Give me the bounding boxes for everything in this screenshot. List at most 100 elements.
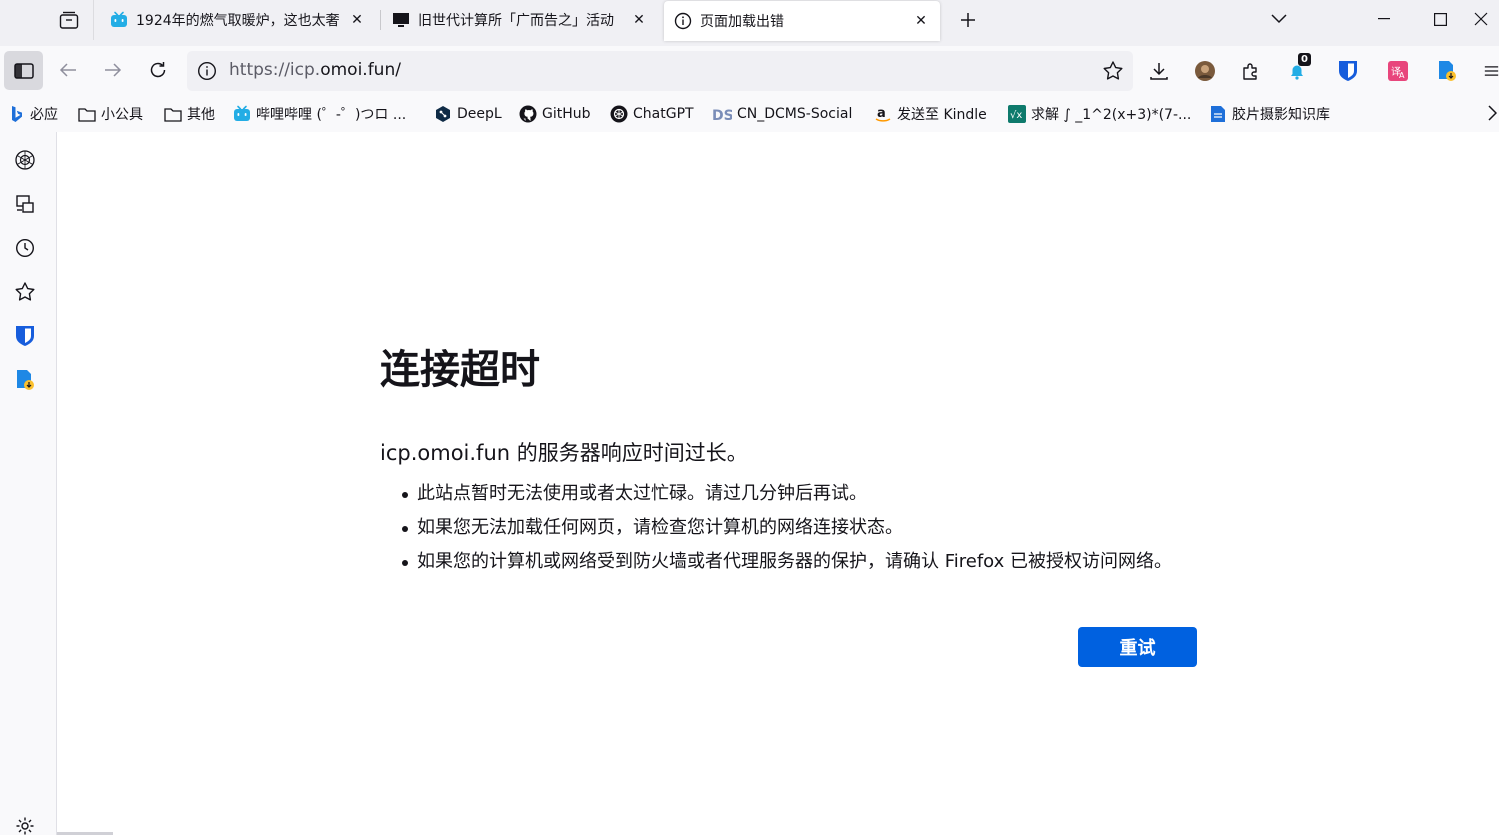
sidebar-settings-button[interactable] <box>13 814 37 835</box>
bookmark-label: 哔哩哔哩 (゜-゜)つロ ... <box>256 107 407 123</box>
bookmark-film-photography[interactable]: 胶片摄影知识库 <box>1209 103 1330 125</box>
firefox-view-icon <box>59 11 78 29</box>
notification-extension-button[interactable]: 0 <box>1285 53 1311 83</box>
account-button[interactable] <box>1193 59 1217 83</box>
bookmark-label: 小公具 <box>101 107 143 123</box>
url-text[interactable]: https://icp.omoi.fun/ <box>229 60 401 80</box>
close-icon[interactable]: ✕ <box>348 11 366 29</box>
close-icon[interactable]: ✕ <box>630 11 648 29</box>
more-bookmarks-button[interactable] <box>1487 104 1497 122</box>
bookmark-label: 必应 <box>30 107 58 123</box>
extensions-button[interactable] <box>1239 59 1263 83</box>
downloads-button[interactable] <box>1147 59 1171 83</box>
svg-text:DS: DS <box>712 108 732 122</box>
forward-button[interactable] <box>99 56 127 84</box>
url-prefix: https://icp. <box>229 60 321 80</box>
bookmark-label: 求解 ∫ _1^2(x+3)*(7-... <box>1031 107 1192 123</box>
list-item: 如果您无法加载任何网页，请检查您计算机的网络连接状态。 <box>380 511 1200 545</box>
bookmark-folder-other[interactable]: 其他 <box>164 103 215 125</box>
tab-bilibili-video[interactable]: 1924年的燃气取暖炉，这也太奢 ✕ <box>110 0 366 40</box>
list-item: 如果您的计算机或网络受到防火墙或者代理服务器的保护，请确认 Firefox 已被… <box>380 545 1200 579</box>
doc-download-extension-button[interactable] <box>1435 59 1459 83</box>
sidebar-doc-download-button[interactable] <box>13 368 37 392</box>
minimize-button[interactable] <box>1360 0 1408 38</box>
firefox-view-button[interactable] <box>44 0 94 40</box>
error-title: 连接超时 <box>380 347 540 393</box>
chatgpt-icon <box>610 105 628 123</box>
bookmark-cn-dcms[interactable]: DS CN_DCMS-Social <box>712 103 852 125</box>
tab-separator <box>380 10 381 30</box>
tab-title: 旧世代计算所「广而告之」活动 <box>418 13 614 29</box>
close-window-icon <box>1474 12 1487 26</box>
bookmark-label: ChatGPT <box>633 106 694 122</box>
tab-title: 1924年的燃气取暖炉，这也太奢 <box>136 13 340 29</box>
sidebar-chatgpt-button[interactable] <box>13 148 37 172</box>
list-all-tabs-button[interactable] <box>1268 8 1290 30</box>
new-tab-button[interactable] <box>956 8 980 32</box>
close-window-button[interactable] <box>1462 0 1499 38</box>
sidebar-history-button[interactable] <box>13 236 37 260</box>
sidebar-icon <box>13 62 34 79</box>
reload-button[interactable] <box>144 56 172 84</box>
bookmark-deepl[interactable]: DeepL <box>434 103 502 125</box>
star-icon <box>15 282 35 301</box>
sidebar-bitwarden-button[interactable] <box>13 324 37 348</box>
doc-icon <box>1209 105 1227 123</box>
ds-icon: DS <box>712 105 732 123</box>
maximize-button[interactable] <box>1416 0 1464 38</box>
translate-icon: 译A <box>1388 61 1408 81</box>
deepl-icon <box>434 105 452 123</box>
sidebar-bookmarks-button[interactable] <box>13 280 37 304</box>
svg-text:a: a <box>877 106 886 121</box>
bing-icon <box>10 105 24 123</box>
bookmark-label: 胶片摄影知识库 <box>1232 107 1330 123</box>
github-icon <box>519 105 537 123</box>
bookmark-folder-tools[interactable]: 小公具 <box>78 103 143 125</box>
maximize-icon <box>1433 12 1447 26</box>
puzzle-icon <box>1243 63 1257 80</box>
bookmark-send-to-kindle[interactable]: a 发送至 Kindle <box>874 103 987 125</box>
bookmark-label: GitHub <box>542 106 591 122</box>
bookmark-bing[interactable]: 必应 <box>10 103 58 125</box>
arrow-right-icon <box>105 63 122 77</box>
bookmark-label: 发送至 Kindle <box>897 107 987 123</box>
bitwarden-button[interactable] <box>1336 59 1360 83</box>
chevron-down-icon <box>1271 14 1287 24</box>
bookmark-integral-solver[interactable]: √x 求解 ∫ _1^2(x+3)*(7-... <box>1008 103 1191 125</box>
bookmarks-toolbar: 必应 小公具 其他 哔哩哔哩 (゜-゜)つロ ... DeepL GitHub … <box>0 96 1499 132</box>
bitwarden-icon <box>16 326 34 346</box>
arrow-left-icon <box>59 63 76 77</box>
sidebar-synced-tabs-button[interactable] <box>13 192 37 216</box>
reload-icon <box>150 62 166 78</box>
sidebar <box>0 132 57 835</box>
info-icon <box>674 12 692 30</box>
close-icon[interactable]: ✕ <box>912 12 930 30</box>
vx-icon: √x <box>1008 105 1026 123</box>
gear-icon <box>16 817 34 835</box>
folder-icon <box>164 105 182 123</box>
error-description: icp.omoi.fun 的服务器响应时间过长。 <box>380 441 748 465</box>
doc-download-icon <box>17 370 34 390</box>
navigation-toolbar: https://icp.omoi.fun/ 0 译A <box>0 46 1499 96</box>
notification-badge: 0 <box>1298 53 1311 66</box>
bookmark-chatgpt[interactable]: ChatGPT <box>610 103 694 125</box>
tab-page-load-error[interactable]: 页面加载出错 ✕ <box>664 1 940 41</box>
avatar-icon <box>1195 61 1215 81</box>
folder-icon <box>78 105 96 123</box>
translate-button[interactable]: 译A <box>1386 59 1410 83</box>
chatgpt-icon <box>15 150 35 170</box>
doc-download-icon <box>1439 61 1456 81</box>
hamburger-menu-icon <box>1484 66 1499 76</box>
tab-computing-event[interactable]: 旧世代计算所「广而告之」活动 ✕ <box>392 0 648 40</box>
url-bar[interactable]: https://icp.omoi.fun/ <box>187 51 1133 91</box>
menu-button[interactable] <box>1484 59 1499 83</box>
retry-button[interactable]: 重试 <box>1078 627 1197 667</box>
bookmark-github[interactable]: GitHub <box>519 103 591 125</box>
site-info-icon[interactable] <box>197 61 217 81</box>
bilibili-icon <box>233 105 251 123</box>
bookmark-star-icon[interactable] <box>1102 60 1124 82</box>
tab-title: 页面加载出错 <box>700 14 784 30</box>
sidebar-toggle-button[interactable] <box>4 51 43 90</box>
bookmark-bilibili[interactable]: 哔哩哔哩 (゜-゜)つロ ... <box>233 103 406 125</box>
back-button[interactable] <box>54 56 82 84</box>
